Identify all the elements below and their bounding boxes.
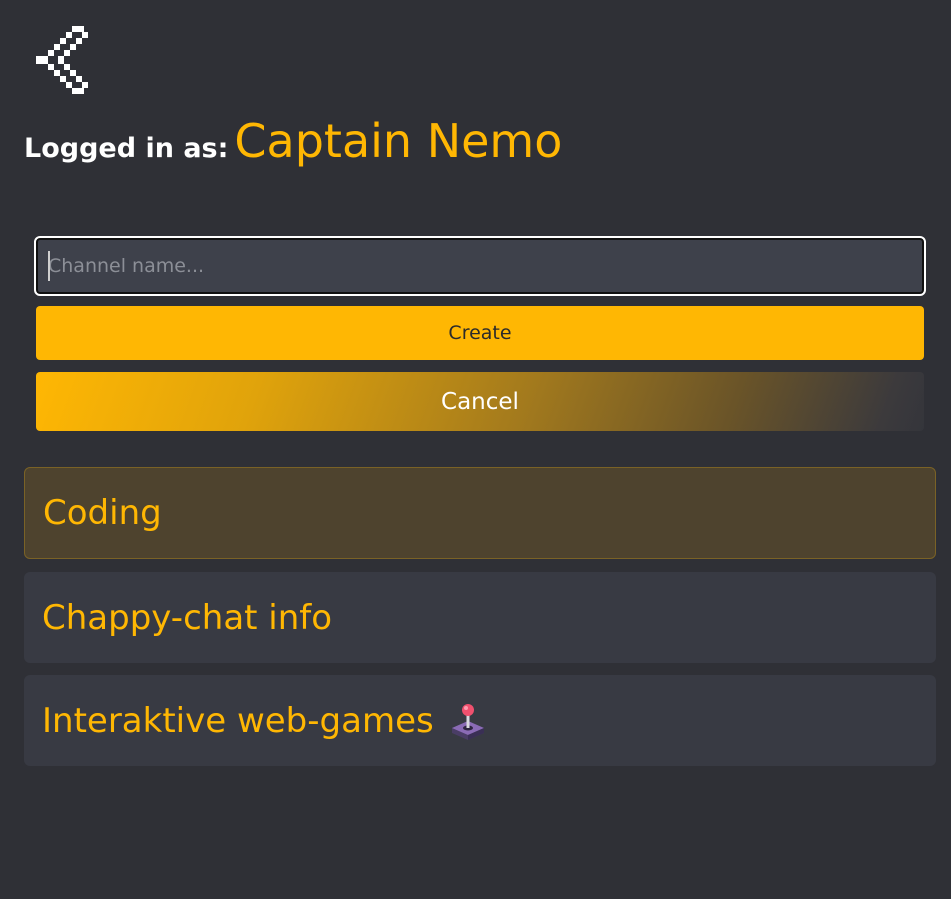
channel-item-interaktive-web-games[interactable]: Interaktive web-games <box>24 675 936 766</box>
channel-name: Chappy-chat info <box>42 597 333 638</box>
chevron-left-pixel-icon <box>36 26 88 94</box>
channel-item-coding[interactable]: Coding <box>24 467 936 559</box>
back-button[interactable] <box>36 26 88 94</box>
create-button[interactable]: Create <box>36 306 924 360</box>
username: Captain Nemo <box>234 114 563 168</box>
login-status: Logged in as: Captain Nemo <box>24 114 562 168</box>
cancel-button[interactable]: Cancel <box>36 372 924 431</box>
logged-in-label: Logged in as: <box>24 133 229 164</box>
channel-item-chappy-chat-info[interactable]: Chappy-chat info <box>24 572 936 663</box>
channel-name: Interaktive web-games <box>42 700 434 741</box>
text-caret <box>48 251 50 281</box>
joystick-icon <box>450 702 486 740</box>
channel-name: Coding <box>43 493 162 533</box>
channel-name-input[interactable] <box>34 236 926 296</box>
